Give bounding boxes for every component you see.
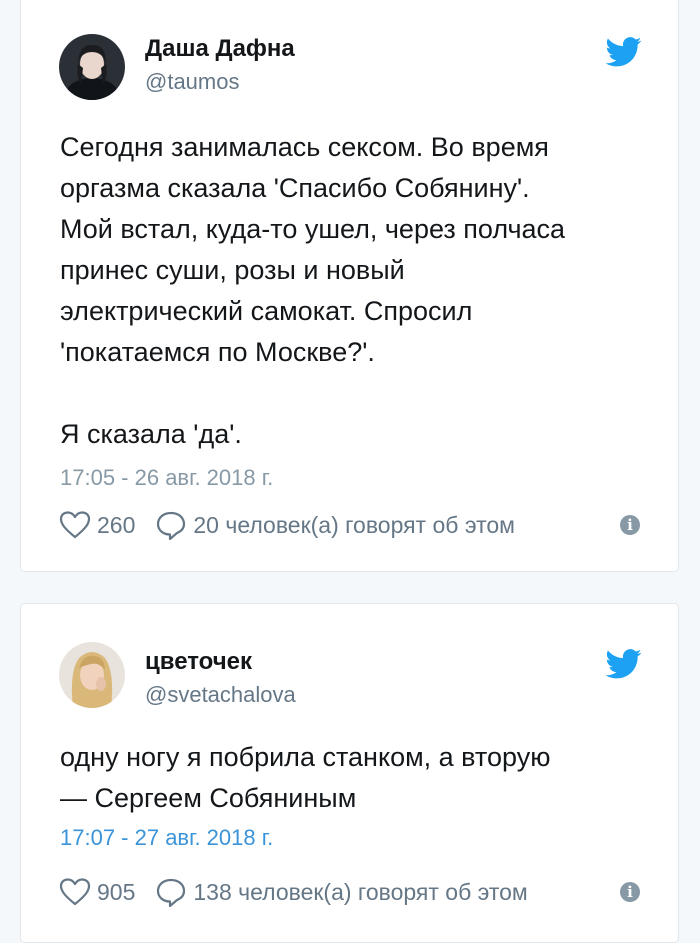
tweet-card: цветочек @svetachalova одну ногу я побри… — [20, 603, 679, 943]
tweet-card: Даша Дафна @taumos Сегодня занималась се… — [20, 0, 679, 572]
tweet-text: одну ногу я побрила станком, а вторую — … — [60, 742, 551, 813]
like-count: 905 — [97, 878, 136, 905]
avatar[interactable] — [59, 642, 125, 708]
reply-count[interactable]: 138 человек(а) говорят об этом — [193, 879, 527, 906]
tweet-actions: 905 138 человек(а) говорят об этом i — [59, 875, 640, 909]
info-icon[interactable]: i — [620, 515, 640, 535]
display-name[interactable]: цветочек — [145, 648, 252, 676]
speech-bubble-icon[interactable] — [155, 510, 187, 540]
tweet-timestamp[interactable]: 17:07 - 27 авг. 2018 г. — [60, 825, 273, 851]
tweet-timestamp[interactable]: 17:05 - 26 авг. 2018 г. — [60, 465, 273, 491]
display-name[interactable]: Даша Дафна — [145, 35, 295, 63]
heart-icon[interactable] — [59, 877, 91, 907]
user-handle[interactable]: @taumos — [145, 69, 239, 95]
user-handle[interactable]: @svetachalova — [145, 682, 296, 708]
tweet-actions: 260 20 человек(а) говорят об этом i — [59, 508, 640, 542]
tweet-text: Сегодня занималась сексом. Во время орга… — [60, 132, 566, 449]
reply-count[interactable]: 20 человек(а) говорят об этом — [193, 512, 515, 539]
info-icon[interactable]: i — [620, 882, 640, 902]
like-count: 260 — [97, 511, 136, 538]
avatar[interactable] — [59, 34, 125, 100]
speech-bubble-icon[interactable] — [155, 877, 187, 907]
twitter-bird-icon[interactable] — [606, 649, 642, 679]
heart-icon[interactable] — [59, 510, 91, 540]
twitter-bird-icon[interactable] — [606, 37, 642, 67]
